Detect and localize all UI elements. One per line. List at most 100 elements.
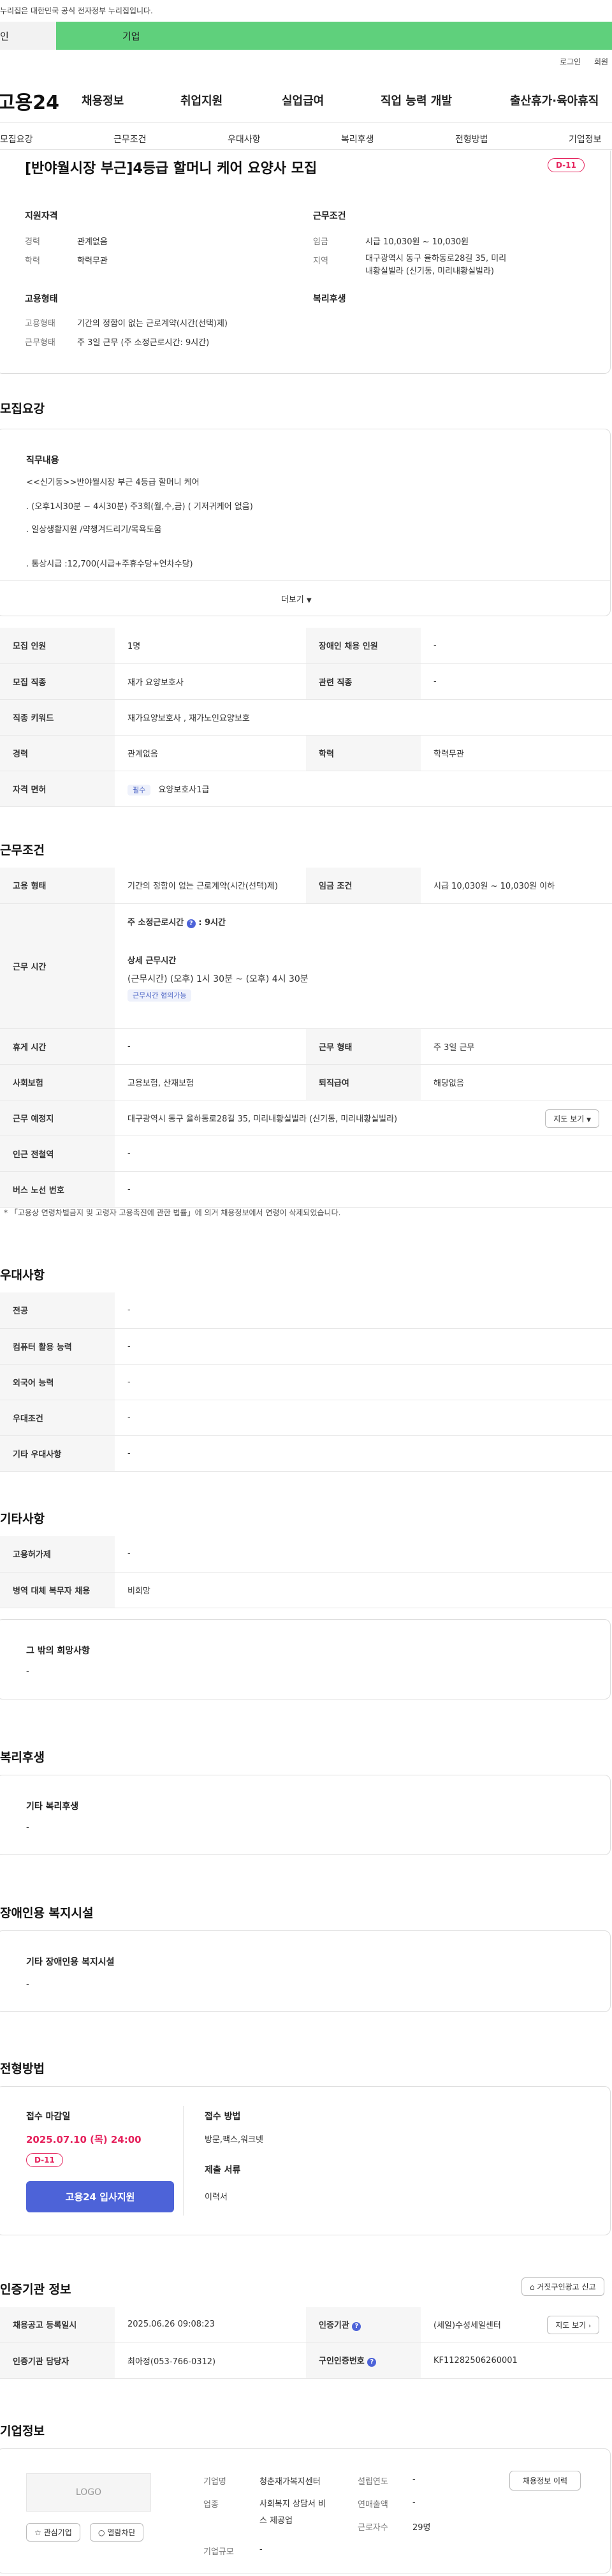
cond-value-wage: 시급 10,030원 ~ 10,030원 xyxy=(365,237,469,247)
table-row: 직종 키워드 재가요양보호사 , 재가노인요양보호 xyxy=(0,699,612,736)
cell-label: 임금 조건 xyxy=(306,868,421,904)
screening-section-title: 전형방법 xyxy=(0,2062,45,2076)
cell-value: - xyxy=(115,1536,612,1573)
etc-table: 고용허가제 - 병역 대체 복무자 채용 비희망 xyxy=(0,1536,612,1608)
revenue-label: 연매출액 xyxy=(358,2500,388,2510)
disabled-card: 기타 장애인용 복지시설 - xyxy=(0,1930,611,2012)
favorite-company-button[interactable]: ☆ 관심기업 xyxy=(26,2523,80,2542)
job-history-button[interactable]: 채용정보 이력 xyxy=(509,2471,581,2491)
apply-button[interactable]: 고용24 입사지원 xyxy=(26,2181,174,2212)
login-link[interactable]: 로그인 xyxy=(560,56,581,67)
anchor-recruit[interactable]: 모집요강 xyxy=(0,133,33,145)
welfare-card: 기타 복리후생 - xyxy=(0,1775,611,1855)
screening-dday-badge: D-11 xyxy=(26,2153,63,2167)
agency-map-button[interactable]: 지도 보기 › xyxy=(547,2316,599,2334)
cell-label: 휴게 시간 xyxy=(0,1028,115,1065)
info-icon[interactable]: ? xyxy=(367,2358,377,2367)
anchor-welfare[interactable]: 복리후생 xyxy=(341,133,374,145)
cell-label: 학력 xyxy=(306,735,421,771)
cert-value: 요양보호사1급 xyxy=(158,785,210,795)
table-row: 인근 전철역 - xyxy=(0,1136,612,1172)
table-row: 외국어 능력 - xyxy=(0,1364,612,1400)
weekly-hours-value: : 9시간 xyxy=(198,917,226,928)
qualification-title: 지원자격 xyxy=(25,211,58,221)
table-row: 병역 대체 복무자 채용 비희망 xyxy=(0,1572,612,1608)
gov-notice-text: 누리집은 대한민국 공식 전자정부 누리집입니다. xyxy=(0,6,153,15)
welfare-summary-title: 복리후생 xyxy=(313,294,346,304)
anchor-work[interactable]: 근무조건 xyxy=(113,133,147,145)
cell-label: 인증기관 담당자 xyxy=(0,2343,115,2379)
nav-item-jobs[interactable]: 채용정보 xyxy=(82,92,124,108)
disabled-section-title: 장애인용 복지시설 xyxy=(0,1906,94,1920)
cell-label: 병역 대체 복무자 채용 xyxy=(0,1572,115,1608)
age-notice: * 「고용상 연령차별금지 및 고령자 고용촉진에 관한 법률」에 의거 채용정… xyxy=(4,1208,341,1217)
other-wishes-value: - xyxy=(26,1667,29,1677)
cell-label: 기타 우대사항 xyxy=(0,1435,115,1472)
info-icon[interactable]: ? xyxy=(352,2321,361,2331)
prefer-table: 전공 - 컴퓨터 활용 능력 - 외국어 능력 - 우대조건 - 기타 우대사항 - xyxy=(0,1292,612,1472)
table-row: 고용 형태 기간의 정함이 없는 근로계약(시간(선택)제) 임금 조건 시급 … xyxy=(0,868,612,904)
cell-value: - xyxy=(115,1364,612,1400)
nav-item-parental-leave[interactable]: 출산휴가·육아휴직 xyxy=(510,92,599,108)
prefer-section-title: 우대사항 xyxy=(0,1268,45,1282)
anchor-prefer[interactable]: 우대사항 xyxy=(228,133,261,145)
info-icon[interactable]: ? xyxy=(186,919,196,928)
duty-line-4: . 통상시급 :12,700(시급+주휴수당+연차수당) xyxy=(26,559,193,569)
table-row: 경력 관계없음 학력 학력무관 xyxy=(0,735,612,771)
nav-item-unemployment-benefit[interactable]: 실업급여 xyxy=(282,92,324,108)
cell-value: 주 3일 근무 xyxy=(421,1028,612,1065)
duty-title: 직무내용 xyxy=(26,455,59,466)
founded-label: 설립연도 xyxy=(358,2477,388,2487)
anchor-company[interactable]: 기업정보 xyxy=(569,133,602,145)
favorite-label: 관심기업 xyxy=(43,2528,72,2537)
home-icon: ⌂ xyxy=(530,2283,535,2291)
cell-label: 인증기관 ? xyxy=(306,2307,421,2343)
qual-label-career: 경력 xyxy=(25,237,40,247)
cell-label: 근무 시간 xyxy=(0,903,115,1029)
join-link[interactable]: 회원 xyxy=(594,56,608,67)
qual-value-career: 관계없음 xyxy=(77,237,108,247)
weekly-hours: 주 소정근로시간 ? : 9시간 xyxy=(127,915,599,928)
cell-value: - xyxy=(115,1136,612,1172)
cell-label: 사회보험 xyxy=(0,1064,115,1100)
cell-label: 모집 인원 xyxy=(0,628,115,664)
cell-value: 재가 요양보호사 xyxy=(115,663,306,700)
cell-label: 고용 형태 xyxy=(0,868,115,904)
industry-value: 사회복지 상담서 비스 제공업 xyxy=(259,2499,326,2526)
cell-label: 경력 xyxy=(0,735,115,771)
table-row: 컴퓨터 활용 능력 - xyxy=(0,1328,612,1365)
qual-label-education: 학력 xyxy=(25,256,40,266)
table-row: 모집 직종 재가 요양보호사 관련 직종 - xyxy=(0,663,612,700)
anchor-screening[interactable]: 전형방법 xyxy=(455,133,488,145)
nav-item-employment-support[interactable]: 취업지원 xyxy=(180,92,222,108)
chevron-right-icon: › xyxy=(588,2323,591,2330)
screening-divider xyxy=(183,2106,184,2216)
tab-individual[interactable]: 인 xyxy=(0,22,56,50)
hours-detail: (근무시간) (오후) 1시 30분 ~ (오후) 4시 30분 xyxy=(127,973,309,984)
hours-negotiable-chip: 근무시간 협의가능 xyxy=(127,989,192,1002)
report-fake-ad-button[interactable]: ⌂ 거짓구인광고 신고 xyxy=(521,2277,604,2296)
company-card: LOGO ☆ 관심기업 ○ 열람차단 기업명 청춘재가복지센터 업종 사회복지 … xyxy=(0,2448,611,2573)
welfare-box-title: 기타 복리후생 xyxy=(26,1802,79,1812)
table-row: 버스 노선 번호 - xyxy=(0,1171,612,1208)
tab-company[interactable]: 기업 xyxy=(56,22,612,50)
site-logo[interactable]: 고용24 xyxy=(0,87,59,115)
nav-item-job-training[interactable]: 직업 능력 개발 xyxy=(381,92,452,108)
cell-label: 컴퓨터 활용 능력 xyxy=(0,1328,115,1365)
block-view-button[interactable]: ○ 열람차단 xyxy=(90,2523,144,2542)
cell-label: 직종 키워드 xyxy=(0,699,115,736)
cell-label: 고용허가제 xyxy=(0,1536,115,1573)
weekly-hours-label: 주 소정근로시간 xyxy=(127,917,184,928)
more-button[interactable]: 더보기 ▼ xyxy=(281,593,312,605)
disabled-box-value: - xyxy=(26,1980,29,1989)
emp-value-worktype: 주 3일 근무 (주 소정근로시간: 9시간) xyxy=(77,338,210,348)
agency-cell: (세일)수성세일센터 지도 보기 › xyxy=(421,2307,612,2343)
cell-label: 근무 형태 xyxy=(306,1028,421,1065)
duty-card: 직무내용 <<신기동>>반야월시장 부근 4등급 할머니 케어 . (오후1시3… xyxy=(0,429,611,616)
map-button[interactable]: 지도 보기 ▼ xyxy=(545,1109,599,1128)
company-name-label: 기업명 xyxy=(203,2477,226,2487)
hours-detail-title: 상세 근무시간 xyxy=(127,956,177,966)
hours-cell: 주 소정근로시간 ? : 9시간 상세 근무시간 (근무시간) (오후) 1시 … xyxy=(115,903,612,1029)
revenue-value: - xyxy=(412,2498,416,2507)
place-value: 대구광역시 동구 율하동로28길 35, 미리내황실빌라 (신기동, 미리내황실… xyxy=(127,1114,398,1124)
